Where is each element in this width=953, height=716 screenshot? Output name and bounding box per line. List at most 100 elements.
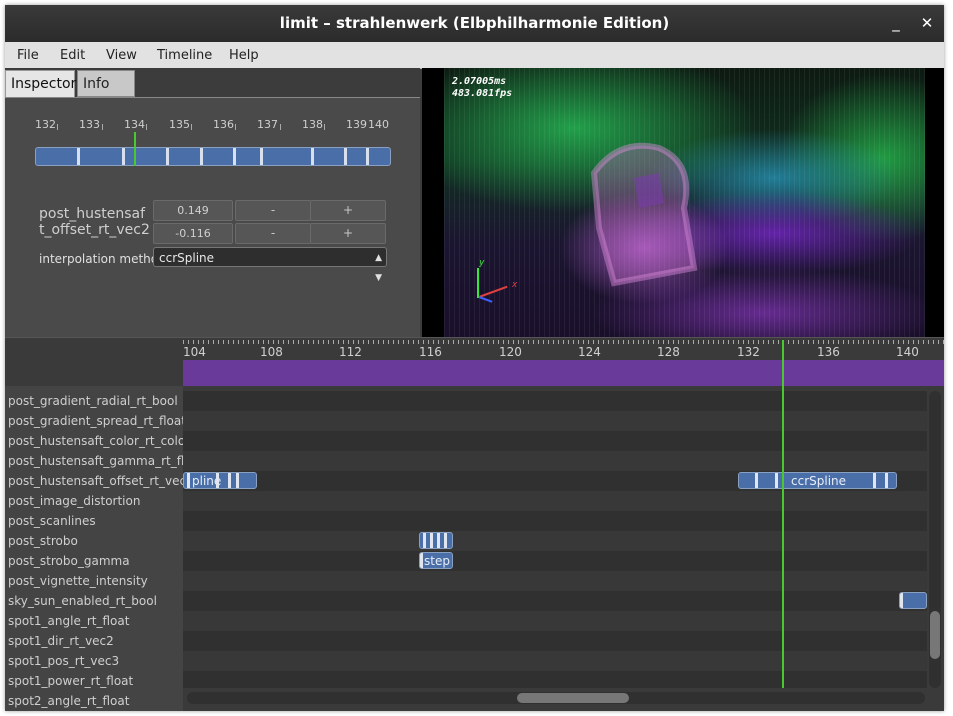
mini-playhead[interactable] xyxy=(134,132,136,166)
menu-timeline[interactable]: Timeline xyxy=(157,48,212,63)
track-row xyxy=(183,391,927,411)
track-name[interactable]: spot1_dir_rt_vec2 xyxy=(8,631,184,651)
track-name[interactable]: post_hustensaft_offset_rt_vec2 xyxy=(8,471,184,491)
sequence-clip[interactable]: step xyxy=(419,552,453,569)
tab-info-log[interactable]: Info Log xyxy=(77,70,135,119)
ruler-label: 140 xyxy=(896,345,919,359)
interpolation-label: interpolation method xyxy=(39,252,166,266)
mini-keyframe[interactable] xyxy=(344,148,347,165)
mini-tick-mark xyxy=(146,124,147,130)
mini-keyframe[interactable] xyxy=(166,148,169,165)
value-y-minus-button[interactable]: - xyxy=(235,223,311,244)
horizontal-scroll-thumb[interactable] xyxy=(517,693,629,703)
clip-label: ccrSpline xyxy=(791,474,847,488)
menu-help[interactable]: Help xyxy=(229,48,259,63)
tab-inspector[interactable]: Inspector xyxy=(5,70,76,97)
interpolation-select[interactable]: ccrSpline ▲ ▼ xyxy=(153,247,387,283)
track-row xyxy=(183,511,927,531)
value-y-field[interactable]: -0.116 xyxy=(153,223,233,244)
keyframe[interactable] xyxy=(444,533,447,548)
keyframe[interactable] xyxy=(900,593,903,608)
mini-keyframe[interactable] xyxy=(200,148,203,165)
track-name[interactable]: post_scanlines xyxy=(8,511,184,531)
ruler-label: 116 xyxy=(419,345,442,359)
keyframe[interactable] xyxy=(420,553,423,568)
track-row xyxy=(183,531,927,551)
mini-ruler-label: 140 xyxy=(368,118,389,131)
timeline-ruler[interactable]: 104 108 112 116 120 124 128 132 136 140 xyxy=(183,340,944,360)
keyframe[interactable] xyxy=(228,473,231,488)
timeline-playhead[interactable] xyxy=(782,340,784,688)
axis-y-label: y xyxy=(479,258,485,268)
vertical-scrollbar[interactable] xyxy=(929,391,941,688)
close-button[interactable]: ✕ xyxy=(916,13,938,33)
mini-keyframe-bar[interactable] xyxy=(35,147,391,166)
keyframe[interactable] xyxy=(187,473,190,488)
keyframe[interactable] xyxy=(216,473,219,488)
mini-keyframe[interactable] xyxy=(311,148,314,165)
track-name[interactable]: post_gradient_radial_rt_bool xyxy=(8,391,184,411)
keyframe[interactable] xyxy=(885,473,888,488)
ruler-label: 124 xyxy=(578,345,601,359)
axis-y-icon xyxy=(477,268,479,298)
keyframe[interactable] xyxy=(755,473,758,488)
menu-file[interactable]: File xyxy=(17,48,39,63)
minimize-button[interactable]: _ xyxy=(885,13,907,33)
track-name[interactable]: post_hustensaft_gamma_rt_float xyxy=(8,451,184,471)
value-x-plus-button[interactable]: + xyxy=(310,200,386,221)
mini-keyframe[interactable] xyxy=(77,148,80,165)
ruler-ticks xyxy=(183,340,944,344)
sequence-clip[interactable] xyxy=(899,592,927,609)
sequence-clip[interactable] xyxy=(419,532,453,549)
track-name[interactable]: post_image_distortion xyxy=(8,491,184,511)
mini-ruler-label: 136 xyxy=(213,118,234,131)
inspector-panel: 132 133 134 135 136 137 138 139 140 post… xyxy=(5,97,420,338)
mini-keyframe[interactable] xyxy=(366,148,369,165)
keyframe[interactable] xyxy=(873,473,876,488)
track-row xyxy=(183,591,927,611)
track-name[interactable]: spot1_angle_rt_float xyxy=(8,611,184,631)
mini-tick-mark xyxy=(57,124,58,130)
render-viewport[interactable]: 2.07005ms 483.081fps y x xyxy=(422,68,944,337)
title-bar: limit – strahlenwerk (Elbphilharmonie Ed… xyxy=(5,5,944,42)
track-area[interactable]: pline ccrSpline step xyxy=(183,391,927,688)
mini-tick-mark xyxy=(280,124,281,130)
mini-keyframe[interactable] xyxy=(233,148,236,165)
track-name[interactable]: spot1_power_rt_float xyxy=(8,671,184,691)
app-window: limit – strahlenwerk (Elbphilharmonie Ed… xyxy=(5,5,944,711)
track-name[interactable]: post_vignette_intensity xyxy=(8,571,184,591)
sequence-clip[interactable]: pline xyxy=(183,472,257,489)
track-name[interactable]: spot1_pos_rt_vec3 xyxy=(8,651,184,671)
fps-counter: 483.081fps xyxy=(452,88,513,99)
value-x-minus-button[interactable]: - xyxy=(235,200,311,221)
scene-strip[interactable] xyxy=(183,360,944,386)
keyframe[interactable] xyxy=(430,533,433,548)
track-name[interactable]: post_hustensaft_color_rt_color xyxy=(8,431,184,451)
track-row xyxy=(183,451,927,471)
keyframe[interactable] xyxy=(775,473,778,488)
mini-ruler-label: 134 xyxy=(124,118,145,131)
mini-keyframe[interactable] xyxy=(122,148,125,165)
horizontal-scrollbar[interactable] xyxy=(187,692,925,704)
value-y-plus-button[interactable]: + xyxy=(310,223,386,244)
track-row xyxy=(183,551,927,571)
sequence-clip[interactable]: ccrSpline xyxy=(738,472,897,489)
mini-keyframe[interactable] xyxy=(260,148,263,165)
keyframe[interactable] xyxy=(437,533,440,548)
track-name[interactable]: post_strobo xyxy=(8,531,184,551)
value-x-field[interactable]: 0.149 xyxy=(153,200,233,221)
ruler-label: 132 xyxy=(737,345,760,359)
menu-view[interactable]: View xyxy=(106,48,137,63)
vertical-scroll-thumb[interactable] xyxy=(930,611,940,659)
ruler-label: 120 xyxy=(499,345,522,359)
track-name[interactable]: sky_sun_enabled_rt_bool xyxy=(8,591,184,611)
track-name[interactable]: post_gradient_spread_rt_float xyxy=(8,411,184,431)
keyframe[interactable] xyxy=(423,533,426,548)
track-row xyxy=(183,571,927,591)
track-row xyxy=(183,491,927,511)
mini-tick-mark xyxy=(235,124,236,130)
track-name[interactable]: post_strobo_gamma xyxy=(8,551,184,571)
keyframe[interactable] xyxy=(236,473,239,488)
track-name[interactable]: spot2_angle_rt_float xyxy=(8,691,184,711)
menu-edit[interactable]: Edit xyxy=(60,48,85,63)
